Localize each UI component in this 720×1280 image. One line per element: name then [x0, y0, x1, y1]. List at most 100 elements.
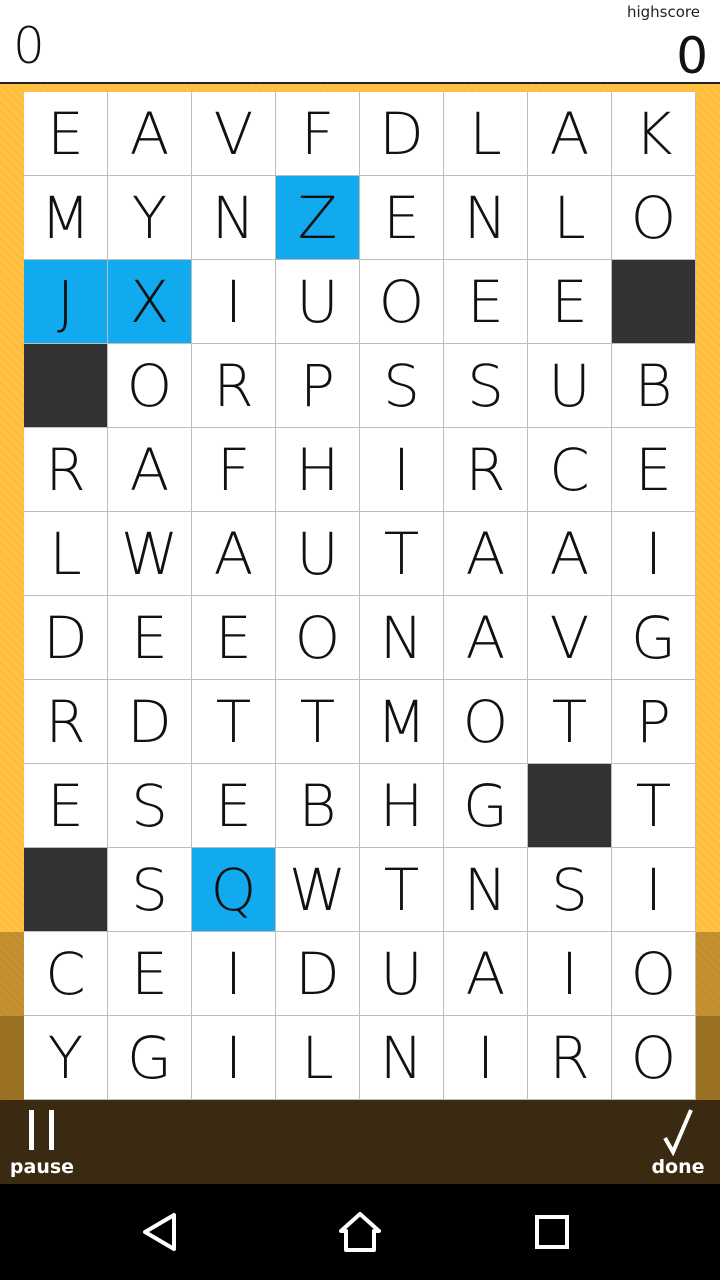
letter-tile[interactable]: U	[360, 932, 444, 1016]
letter-tile[interactable]: P	[612, 680, 696, 764]
letter-tile[interactable]: O	[360, 260, 444, 344]
letter-tile[interactable]: D	[24, 596, 108, 680]
letter-tile[interactable]: T	[360, 512, 444, 596]
letter-tile[interactable]: E	[108, 932, 192, 1016]
letter-tile[interactable]: H	[360, 764, 444, 848]
letter-tile[interactable]: I	[528, 932, 612, 1016]
letter-tile[interactable]: V	[192, 92, 276, 176]
letter-tile[interactable]: E	[108, 596, 192, 680]
letter-tile[interactable]: R	[444, 428, 528, 512]
letter-tile[interactable]: T	[528, 680, 612, 764]
letter-tile[interactable]: E	[612, 428, 696, 512]
letter-tile[interactable]: E	[192, 596, 276, 680]
letter-tile[interactable]: R	[528, 1016, 612, 1100]
letter-tile[interactable]: Y	[108, 176, 192, 260]
letter-tile[interactable]: M	[360, 680, 444, 764]
letter-tile[interactable]: W	[276, 848, 360, 932]
letter-tile[interactable]: A	[444, 596, 528, 680]
letter-tile[interactable]: I	[444, 1016, 528, 1100]
letter-tile[interactable]: U	[528, 344, 612, 428]
letter-tile[interactable]: I	[360, 428, 444, 512]
letter-tile[interactable]: L	[276, 1016, 360, 1100]
letter-tile[interactable]: A	[528, 512, 612, 596]
letter-tile[interactable]: O	[612, 1016, 696, 1100]
letter-tile[interactable]: N	[360, 596, 444, 680]
pause-label: pause	[9, 1156, 75, 1178]
letter-tile[interactable]: O	[612, 932, 696, 1016]
nav-back-button[interactable]	[136, 1208, 184, 1256]
pause-button[interactable]: pause	[8, 1100, 76, 1184]
letter-tile[interactable]: S	[528, 848, 612, 932]
letter-tile[interactable]: I	[192, 932, 276, 1016]
letter-tile[interactable]: W	[108, 512, 192, 596]
letter-tile[interactable]: N	[444, 176, 528, 260]
letter-tile[interactable]: T	[276, 680, 360, 764]
letter-tile[interactable]: O	[444, 680, 528, 764]
letter-tile[interactable]: R	[24, 680, 108, 764]
letter-tile[interactable]: S	[360, 344, 444, 428]
nav-home-button[interactable]	[336, 1208, 384, 1256]
letter-tile[interactable]: B	[612, 344, 696, 428]
letter-tile[interactable]: R	[192, 344, 276, 428]
letter-tile[interactable]: N	[444, 848, 528, 932]
letter-tile[interactable]: S	[108, 848, 192, 932]
letter-tile[interactable]: R	[24, 428, 108, 512]
letter-tile[interactable]: V	[528, 596, 612, 680]
letter-tile[interactable]: F	[192, 428, 276, 512]
letter-tile[interactable]: T	[360, 848, 444, 932]
letter-tile[interactable]: X	[108, 260, 192, 344]
letter-tile[interactable]: C	[528, 428, 612, 512]
letter-tile[interactable]: O	[276, 596, 360, 680]
letter-tile[interactable]: A	[528, 92, 612, 176]
letter-tile[interactable]: G	[108, 1016, 192, 1100]
letter-tile[interactable]: F	[276, 92, 360, 176]
letter-grid: EAVFDLAKMYNZENLOJXIUOEEORPSSUBRAFHIRCELW…	[24, 92, 696, 1100]
letter-tile[interactable]: D	[108, 680, 192, 764]
nav-recents-button[interactable]	[528, 1208, 576, 1256]
letter-tile[interactable]: C	[24, 932, 108, 1016]
letter-tile[interactable]: A	[108, 92, 192, 176]
letter-tile[interactable]: S	[444, 344, 528, 428]
letter-tile[interactable]: A	[444, 932, 528, 1016]
letter-tile[interactable]: A	[444, 512, 528, 596]
letter-tile[interactable]: I	[192, 1016, 276, 1100]
letter-tile[interactable]: L	[24, 512, 108, 596]
blocked-tile	[528, 764, 612, 848]
letter-tile[interactable]: P	[276, 344, 360, 428]
letter-tile[interactable]: Q	[192, 848, 276, 932]
letter-tile[interactable]: E	[528, 260, 612, 344]
letter-tile[interactable]: J	[24, 260, 108, 344]
letter-tile[interactable]: N	[360, 1016, 444, 1100]
letter-tile[interactable]: O	[108, 344, 192, 428]
letter-tile[interactable]: D	[360, 92, 444, 176]
letter-tile[interactable]: E	[24, 92, 108, 176]
letter-tile[interactable]: A	[108, 428, 192, 512]
letter-tile[interactable]: U	[276, 260, 360, 344]
letter-tile[interactable]: T	[192, 680, 276, 764]
letter-tile[interactable]: L	[528, 176, 612, 260]
letter-tile[interactable]: M	[24, 176, 108, 260]
letter-tile[interactable]: N	[192, 176, 276, 260]
letter-tile[interactable]: I	[612, 848, 696, 932]
letter-tile[interactable]: G	[444, 764, 528, 848]
letter-tile[interactable]: H	[276, 428, 360, 512]
done-button[interactable]: done	[644, 1100, 712, 1184]
letter-tile[interactable]: Z	[276, 176, 360, 260]
letter-tile[interactable]: U	[276, 512, 360, 596]
letter-tile[interactable]: O	[612, 176, 696, 260]
letter-tile[interactable]: K	[612, 92, 696, 176]
letter-tile[interactable]: L	[444, 92, 528, 176]
letter-tile[interactable]: B	[276, 764, 360, 848]
letter-tile[interactable]: E	[24, 764, 108, 848]
letter-tile[interactable]: G	[612, 596, 696, 680]
letter-tile[interactable]: S	[108, 764, 192, 848]
letter-tile[interactable]: T	[612, 764, 696, 848]
letter-tile[interactable]: D	[276, 932, 360, 1016]
letter-tile[interactable]: E	[360, 176, 444, 260]
letter-tile[interactable]: I	[192, 260, 276, 344]
letter-tile[interactable]: Y	[24, 1016, 108, 1100]
letter-tile[interactable]: E	[192, 764, 276, 848]
letter-tile[interactable]: I	[612, 512, 696, 596]
letter-tile[interactable]: A	[192, 512, 276, 596]
letter-tile[interactable]: E	[444, 260, 528, 344]
